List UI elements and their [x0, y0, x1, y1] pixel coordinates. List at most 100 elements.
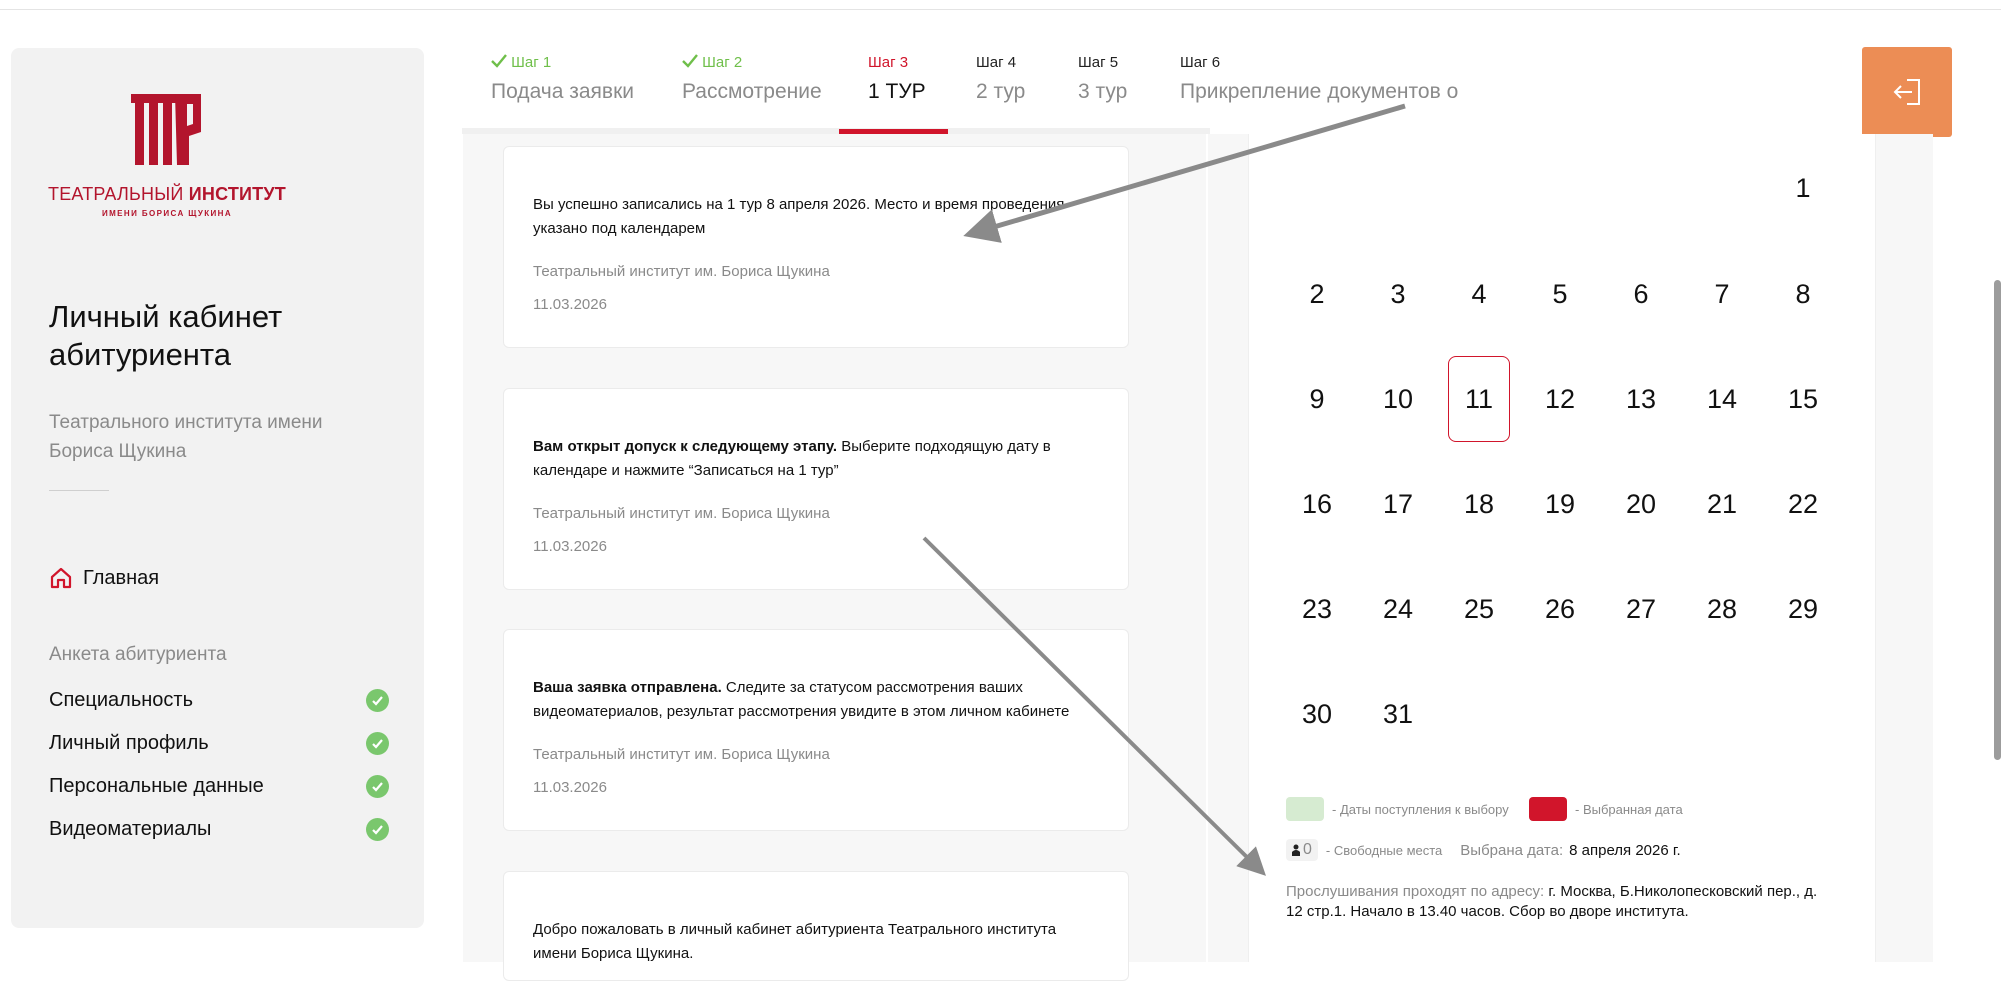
calendar-day[interactable]: 21: [1691, 461, 1753, 547]
person-icon: [1292, 844, 1300, 856]
calendar-day[interactable]: 23: [1286, 566, 1348, 652]
step-number: Шаг 1: [491, 54, 551, 71]
sidebar-item-videos[interactable]: Видеоматериалы: [49, 814, 389, 844]
seats-badge: 0: [1286, 839, 1318, 861]
sidebar-item-specialty[interactable]: Специальность: [49, 685, 389, 715]
chosen-date-prefix: Выбрана дата:: [1460, 841, 1564, 859]
calendar-day[interactable]: 24: [1367, 566, 1429, 652]
calendar-day[interactable]: 2: [1286, 251, 1348, 337]
check-icon: [366, 817, 389, 841]
step-label: Подача заявки: [491, 80, 634, 103]
step-number: Шаг 3: [868, 54, 909, 71]
scrollbar[interactable]: [1994, 280, 2001, 760]
calendar-day[interactable]: 30: [1286, 671, 1348, 757]
message-card: Ваша заявка отправлена. Следите за стату…: [503, 629, 1129, 831]
sidebar: ТЕАТРАЛЬНЫЙ ИНСТИТУТ ИМЕНИ БОРИСА ЩУКИНА…: [11, 48, 424, 928]
step-label: 1 ТУР: [868, 80, 926, 103]
message-date: 11.03.2026: [533, 296, 607, 313]
check-icon: [366, 731, 389, 755]
message-sender: Театральный институт им. Бориса Щукина: [533, 746, 830, 763]
message-text: Добро пожаловать в личный кабинет абитур…: [533, 921, 1057, 962]
nav-home[interactable]: Главная: [49, 566, 159, 590]
calendar-day[interactable]: 12: [1529, 356, 1591, 442]
message-text: Вы успешно записались на 1 тур 8 апреля …: [533, 196, 1065, 237]
message-card: Добро пожаловать в личный кабинет абитур…: [503, 871, 1129, 981]
calendar-day[interactable]: 14: [1691, 356, 1753, 442]
calendar-day[interactable]: 25: [1448, 566, 1510, 652]
message-date: 11.03.2026: [533, 779, 607, 796]
calendar-day[interactable]: 8: [1772, 251, 1834, 337]
chosen-date-value: 8 апреля 2026 г.: [1569, 841, 1681, 859]
calendar-day[interactable]: 5: [1529, 251, 1591, 337]
legend-available: - Даты поступления к выбору: [1286, 797, 1509, 821]
calendar-day[interactable]: 15: [1772, 356, 1834, 442]
legend-label: - Выбранная дата: [1575, 801, 1683, 817]
page-subtitle: Театрального института имени Бориса Щуки…: [49, 412, 323, 462]
calendar-day[interactable]: 26: [1529, 566, 1591, 652]
calendar-day[interactable]: 18: [1448, 461, 1510, 547]
message-card: Вы успешно записались на 1 тур 8 апреля …: [503, 146, 1129, 348]
calendar-day[interactable]: 16: [1286, 461, 1348, 547]
calendar-day[interactable]: 17: [1367, 461, 1429, 547]
step-number: Шаг 4: [976, 54, 1017, 71]
calendar-day[interactable]: 4: [1448, 251, 1510, 337]
legend-selected: - Выбранная дата: [1529, 797, 1683, 821]
calendar-day[interactable]: 1: [1772, 145, 1834, 231]
sidebar-item-profile[interactable]: Личный профиль: [49, 728, 389, 758]
step-number: Шаг 5: [1078, 54, 1119, 71]
step-label: 3 тур: [1078, 80, 1128, 103]
message-text: Вам открыт допуск к следующему этапу. Вы…: [533, 438, 1051, 479]
sidebar-item-label: Видеоматериалы: [49, 817, 212, 840]
sidebar-item-label: Специальность: [49, 688, 193, 711]
nav-home-label: Главная: [83, 566, 160, 589]
calendar-day-selected[interactable]: 11: [1448, 356, 1510, 442]
legend-label: - Свободные места: [1325, 842, 1443, 858]
calendar-day[interactable]: 6: [1610, 251, 1672, 337]
message-sender: Театральный институт им. Бориса Щукина: [533, 263, 830, 280]
sidebar-item-label: Личный профиль: [49, 731, 209, 754]
calendar-day[interactable]: 27: [1610, 566, 1672, 652]
audition-address: Прослушивания проходят по адресу: г. Мос…: [1286, 883, 1818, 920]
step-number: Шаг 2: [682, 54, 742, 71]
legend-seats: 0 - Свободные места Выбрана дата: 8 апре…: [1286, 839, 1681, 861]
check-icon: [682, 54, 698, 68]
calendar-day[interactable]: 7: [1691, 251, 1753, 337]
calendar-day[interactable]: 29: [1772, 566, 1834, 652]
calendar-day[interactable]: 20: [1610, 461, 1672, 547]
section-label: Анкета абитуриента: [49, 644, 227, 665]
logout-icon: [1893, 79, 1920, 105]
calendar-day[interactable]: 28: [1691, 566, 1753, 652]
check-icon: [366, 688, 389, 712]
institute-logo[interactable]: ТЕАТРАЛЬНЫЙ ИНСТИТУТ ИМЕНИ БОРИСА ЩУКИНА: [47, 92, 287, 224]
step-label: Рассмотрение: [682, 80, 822, 103]
logo-text-sub: ИМЕНИ БОРИСА ЩУКИНА: [101, 209, 233, 218]
sidebar-item-label: Персональные данные: [49, 774, 264, 797]
calendar-day[interactable]: 13: [1610, 356, 1672, 442]
home-icon: [50, 567, 72, 589]
top-border: [0, 0, 2001, 10]
logout-button[interactable]: [1862, 47, 1952, 137]
step-label: 2 тур: [976, 80, 1026, 103]
steps-bar: Шаг 1 Подача заявки Шаг 2 Рассмотрение Ш…: [462, 10, 2001, 135]
message-text: Ваша заявка отправлена. Следите за стату…: [533, 679, 1070, 720]
calendar-day[interactable]: 9: [1286, 356, 1348, 442]
sidebar-item-personal-data[interactable]: Персональные данные: [49, 771, 389, 801]
calendar-day[interactable]: 31: [1367, 671, 1429, 757]
seats-count: 0: [1303, 841, 1312, 858]
message-sender: Театральный институт им. Бориса Щукина: [533, 505, 830, 522]
legend-label: - Даты поступления к выбору: [1332, 801, 1509, 817]
logo-emblem-icon: [131, 94, 201, 165]
message-card: Вам открыт допуск к следующему этапу. Вы…: [503, 388, 1129, 590]
check-icon: [491, 54, 507, 68]
step-label: Прикрепление документов о: [1180, 80, 1459, 103]
calendar-day[interactable]: 10: [1367, 356, 1429, 442]
page-title: Личный кабинет абитуриента: [49, 299, 283, 372]
step-number: Шаг 6: [1180, 54, 1221, 71]
legend-swatch-available: [1286, 797, 1324, 821]
calendar-day[interactable]: 19: [1529, 461, 1591, 547]
calendar-day[interactable]: 3: [1367, 251, 1429, 337]
calendar-day[interactable]: 22: [1772, 461, 1834, 547]
legend-swatch-selected: [1529, 797, 1567, 821]
divider: [49, 490, 109, 491]
logo-text-main: ТЕАТРАЛЬНЫЙ ИНСТИТУТ: [48, 184, 286, 204]
